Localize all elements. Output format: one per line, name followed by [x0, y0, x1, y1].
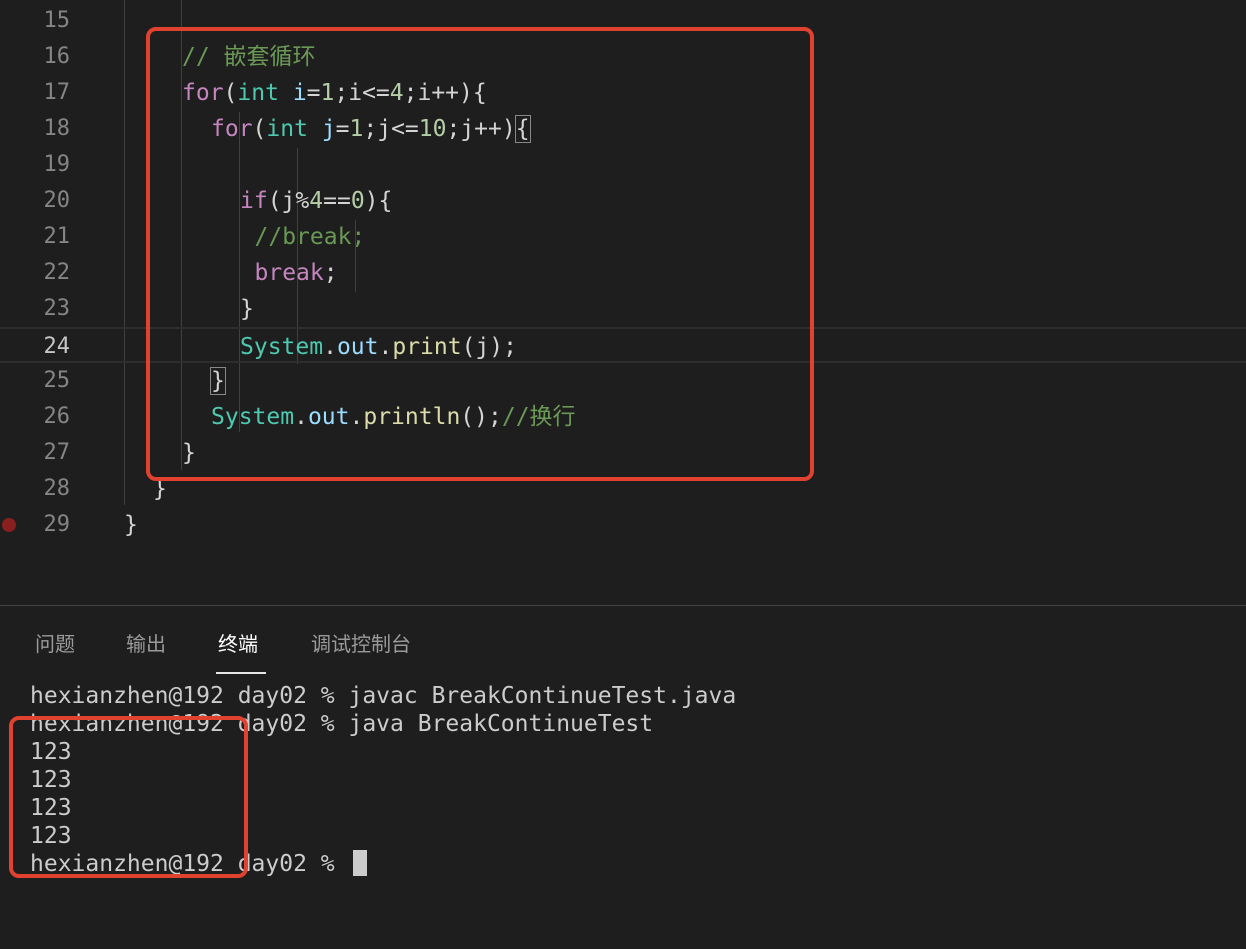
line-number: 16	[43, 44, 71, 69]
line-number: 15	[43, 8, 71, 33]
line-number: 27	[43, 440, 71, 465]
output-highlight-box	[9, 716, 248, 878]
line-number: 28	[43, 476, 71, 501]
active-tab-indicator	[216, 672, 266, 674]
line-number: 19	[43, 152, 71, 177]
line-number: 18	[43, 116, 71, 141]
line-number: 24	[43, 334, 71, 359]
code-token: }	[124, 512, 138, 538]
terminal-line: hexianzhen@192 day02 % javac BreakContin…	[30, 683, 737, 709]
code-highlight-box	[146, 27, 814, 481]
code-editor[interactable]: 15 16// 嵌套循环 17 for(int i=1;i<=4;i++){18 for…	[0, 0, 1246, 560]
tab-debug-console[interactable]: 调试控制台	[311, 628, 411, 657]
line-number: 29	[43, 512, 71, 537]
bottom-panel: 问题 输出 终端 调试控制台 hexianzhen@192 day02 % ja…	[0, 605, 1246, 949]
line-number: 20	[43, 188, 71, 213]
line-number: 26	[43, 404, 71, 429]
line-number: 23	[43, 296, 71, 321]
tab-output[interactable]: 输出	[126, 628, 166, 657]
line-number: 22	[43, 260, 71, 285]
code-line[interactable]: 29}	[0, 507, 1246, 543]
tab-terminal[interactable]: 终端	[218, 628, 258, 657]
line-number: 17	[43, 80, 71, 105]
terminal-cursor	[352, 850, 367, 876]
tab-problems[interactable]: 问题	[35, 628, 75, 657]
line-number: 25	[43, 368, 71, 393]
line-number: 21	[43, 224, 71, 249]
code-text: }	[124, 507, 138, 543]
